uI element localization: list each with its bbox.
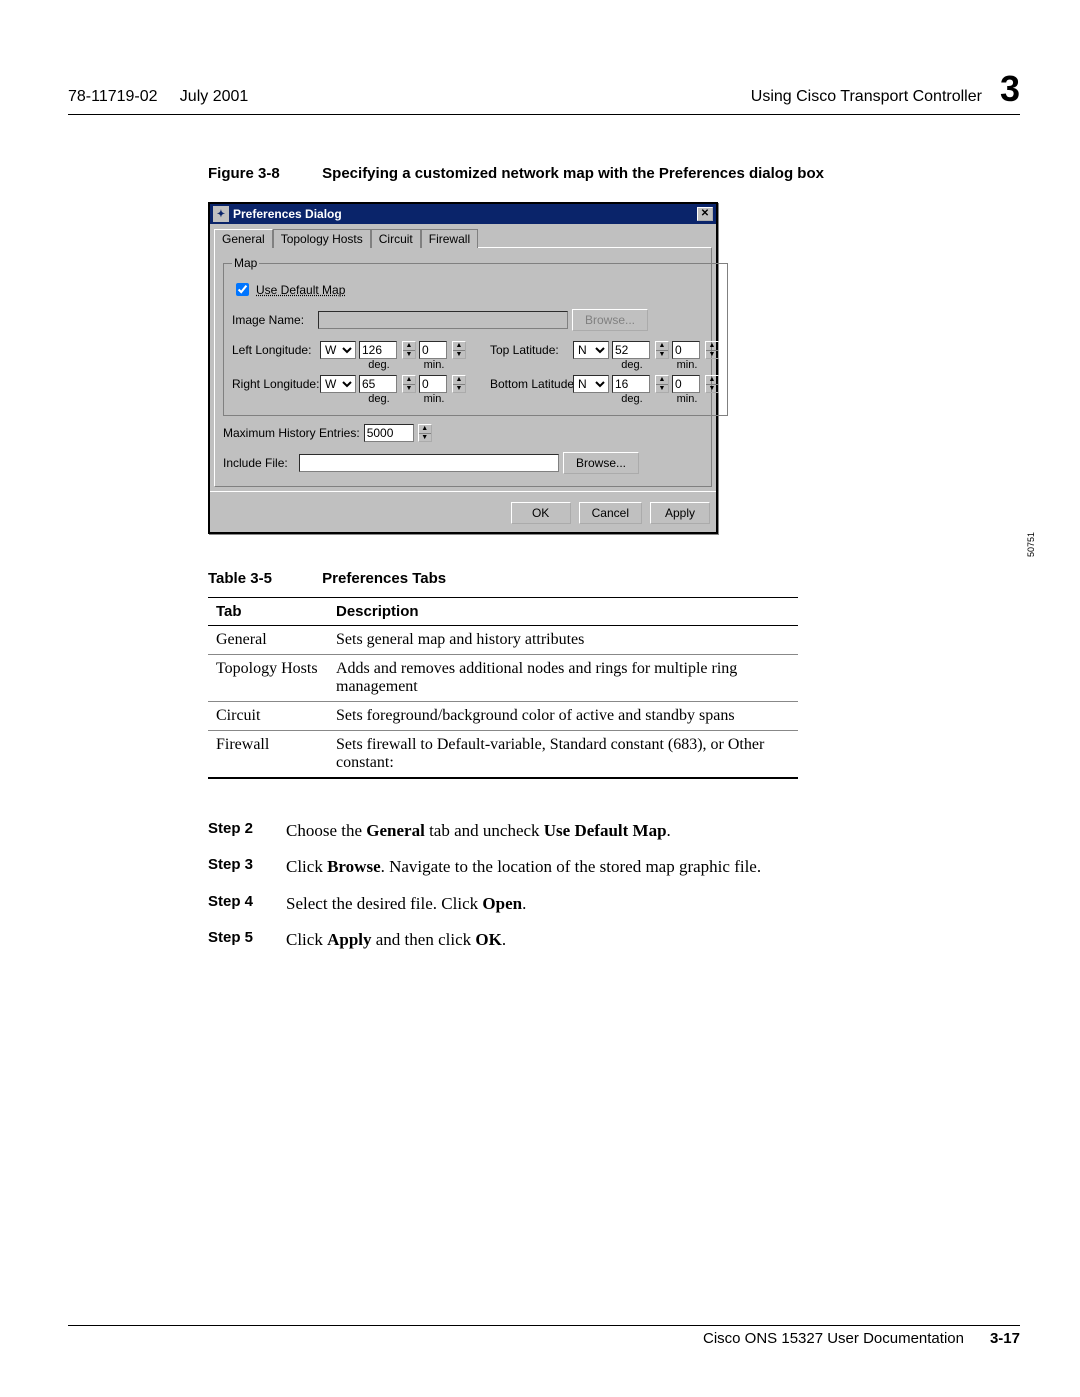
unit-deg: deg. bbox=[359, 393, 399, 405]
ok-button[interactable]: OK bbox=[511, 502, 571, 524]
figure-caption: Figure 3-8 Specifying a customized netwo… bbox=[208, 165, 1020, 182]
chapter-number: 3 bbox=[1000, 68, 1020, 110]
app-icon: ✦ bbox=[213, 206, 229, 222]
close-icon[interactable]: ✕ bbox=[697, 207, 713, 221]
figure-label: Figure 3-8 bbox=[208, 165, 318, 182]
apply-button[interactable]: Apply bbox=[650, 502, 710, 524]
dialog-title: Preferences Dialog bbox=[233, 207, 342, 221]
right-longitude-label: Right Longitude: bbox=[232, 377, 317, 391]
tab-firewall[interactable]: Firewall bbox=[421, 229, 478, 248]
spinner-icon[interactable]: ▲▼ bbox=[705, 375, 719, 393]
table-caption: Table 3-5 Preferences Tabs bbox=[208, 570, 1020, 587]
tab-bar: General Topology Hosts Circuit Firewall bbox=[210, 224, 716, 247]
tab-circuit[interactable]: Circuit bbox=[371, 229, 421, 248]
col-tab: Tab bbox=[208, 598, 328, 626]
page-footer: Cisco ONS 15327 User Documentation 3-17 bbox=[68, 1325, 1020, 1347]
dialog-titlebar[interactable]: ✦ Preferences Dialog ✕ bbox=[210, 204, 716, 224]
left-longitude-label: Left Longitude: bbox=[232, 343, 317, 357]
unit-deg: deg. bbox=[612, 393, 652, 405]
bottom-latitude-deg[interactable] bbox=[612, 375, 650, 393]
unit-deg: deg. bbox=[612, 359, 652, 371]
bottom-latitude-label: Bottom Latitude: bbox=[490, 377, 570, 391]
unit-deg: deg. bbox=[359, 359, 399, 371]
spinner-icon[interactable]: ▲▼ bbox=[705, 341, 719, 359]
image-name-label: Image Name: bbox=[232, 313, 314, 327]
top-latitude-min[interactable] bbox=[672, 341, 700, 359]
left-longitude-deg[interactable] bbox=[359, 341, 397, 359]
doc-date: July 2001 bbox=[180, 88, 249, 105]
table-row: GeneralSets general map and history attr… bbox=[208, 626, 798, 655]
steps-list: Step 2 Choose the General tab and unchec… bbox=[208, 815, 1020, 956]
section-title: Using Cisco Transport Controller bbox=[751, 88, 982, 106]
table-label: Table 3-5 bbox=[208, 570, 318, 587]
unit-min: min. bbox=[672, 393, 702, 405]
include-file-label: Include File: bbox=[223, 456, 295, 470]
table-title: Preferences Tabs bbox=[322, 570, 446, 587]
right-longitude-deg[interactable] bbox=[359, 375, 397, 393]
image-name-input[interactable] bbox=[318, 311, 568, 329]
unit-min: min. bbox=[419, 359, 449, 371]
left-longitude-dir[interactable]: W bbox=[320, 341, 356, 359]
left-longitude-min[interactable] bbox=[419, 341, 447, 359]
step-5: Step 5 Click Apply and then click OK. bbox=[208, 924, 1020, 956]
spinner-icon[interactable]: ▲▼ bbox=[452, 375, 466, 393]
preferences-tabs-table: Tab Description GeneralSets general map … bbox=[208, 597, 798, 779]
max-history-input[interactable] bbox=[364, 424, 414, 442]
use-default-map-label: Use Default Map bbox=[256, 283, 345, 297]
spinner-icon[interactable]: ▲▼ bbox=[452, 341, 466, 359]
include-browse-button[interactable]: Browse... bbox=[563, 452, 639, 474]
top-latitude-dir[interactable]: N bbox=[573, 341, 609, 359]
image-ref-number: 50751 bbox=[1026, 532, 1036, 557]
spinner-icon[interactable]: ▲▼ bbox=[655, 375, 669, 393]
tab-topology-hosts[interactable]: Topology Hosts bbox=[273, 229, 371, 248]
include-file-input[interactable] bbox=[299, 454, 559, 472]
figure-title: Specifying a customized network map with… bbox=[322, 165, 824, 182]
spinner-icon[interactable]: ▲▼ bbox=[402, 341, 416, 359]
spinner-icon[interactable]: ▲▼ bbox=[655, 341, 669, 359]
step-3: Step 3 Click Browse. Navigate to the loc… bbox=[208, 851, 1020, 883]
table-row: Topology HostsAdds and removes additiona… bbox=[208, 655, 798, 702]
tab-general[interactable]: General bbox=[214, 229, 273, 248]
cancel-button[interactable]: Cancel bbox=[579, 502, 642, 524]
col-description: Description bbox=[328, 598, 798, 626]
doc-number: 78-11719-02 bbox=[68, 88, 158, 105]
footer-doc-title: Cisco ONS 15327 User Documentation bbox=[703, 1330, 964, 1347]
table-row: FirewallSets firewall to Default-variabl… bbox=[208, 731, 798, 779]
tab-panel-general: Map Use Default Map Image Name: Browse..… bbox=[214, 247, 712, 487]
image-browse-button[interactable]: Browse... bbox=[572, 309, 648, 331]
map-fieldset: Map Use Default Map Image Name: Browse..… bbox=[223, 256, 728, 416]
step-2: Step 2 Choose the General tab and unchec… bbox=[208, 815, 1020, 847]
dialog-button-row: OK Cancel Apply bbox=[210, 491, 716, 532]
top-latitude-label: Top Latitude: bbox=[490, 343, 570, 357]
max-history-label: Maximum History Entries: bbox=[223, 426, 360, 440]
unit-min: min. bbox=[672, 359, 702, 371]
spinner-icon[interactable]: ▲▼ bbox=[402, 375, 416, 393]
spinner-icon[interactable]: ▲▼ bbox=[418, 424, 432, 442]
page-header: 78-11719-02 July 2001 Using Cisco Transp… bbox=[68, 68, 1020, 115]
unit-min: min. bbox=[419, 393, 449, 405]
map-legend: Map bbox=[232, 256, 259, 270]
bottom-latitude-min[interactable] bbox=[672, 375, 700, 393]
step-4: Step 4 Select the desired file. Click Op… bbox=[208, 888, 1020, 920]
use-default-map-checkbox[interactable] bbox=[236, 283, 249, 296]
right-longitude-dir[interactable]: W bbox=[320, 375, 356, 393]
top-latitude-deg[interactable] bbox=[612, 341, 650, 359]
page-number: 3-17 bbox=[990, 1330, 1020, 1347]
bottom-latitude-dir[interactable]: N bbox=[573, 375, 609, 393]
table-row: CircuitSets foreground/background color … bbox=[208, 702, 798, 731]
preferences-dialog: ✦ Preferences Dialog ✕ General Topology … bbox=[208, 202, 718, 534]
right-longitude-min[interactable] bbox=[419, 375, 447, 393]
